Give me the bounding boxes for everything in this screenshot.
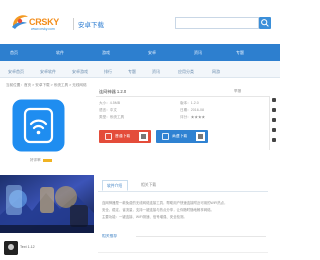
app-thumbnail-icon [4,241,18,255]
qr-code-icon[interactable] [196,132,205,141]
share-icon[interactable] [272,108,276,112]
logo-subtext: www.crsky.com [31,27,55,31]
fast-download-button[interactable]: 高速下载 [156,130,208,143]
meta-rating: 评分：★★★★ [180,115,206,119]
app-thumbnail[interactable] [4,241,18,255]
subnav-item[interactable]: 排行 [104,69,112,75]
description-line: 安全、稳定、省流量，支持一键连接与热点分享，让你随时随地畅享网络。 [102,208,214,212]
breadcrumb: 当前位置：首页 > 安卓下载 > 系统工具 > 无线网络 [6,83,87,87]
search-button[interactable] [259,17,271,29]
download-icon [105,133,112,140]
tabs-underline [98,191,268,192]
download-button[interactable]: 普通下载 [99,130,151,143]
report-link[interactable]: 举报 [234,89,241,94]
subnav-item[interactable]: 应用分类 [178,69,194,75]
share-icon[interactable] [272,138,276,142]
fast-download-label: 高速下载 [172,134,188,138]
description-line: 主要功能：一键连接、WiFi测速、信号增强、安全检测。 [102,215,187,219]
meta-type: 类型：系统工具 [99,115,125,119]
nav-item-android[interactable]: 安卓 [148,50,156,56]
promo-banner[interactable] [0,175,94,233]
share-icon[interactable] [272,98,276,102]
related-app-name[interactable]: Text 1.12 [20,245,35,249]
nav-item-news[interactable]: 资讯 [194,50,202,56]
logo-swirl-icon [12,15,28,29]
subnav-item[interactable]: 网游 [212,69,220,75]
meta-date: 日期：2016-08 [180,108,204,112]
section-divider [136,236,266,237]
site-logo[interactable] [10,12,30,30]
card-divider [96,96,269,97]
side-share-bar[interactable] [269,96,277,150]
meta-language: 语言：中文 [99,108,117,112]
nav-item-topics[interactable]: 专题 [236,50,244,56]
download-label: 普通下载 [115,134,131,138]
share-icon[interactable] [272,128,276,132]
channel-title[interactable]: 安卓下载 [78,19,104,29]
subnav-item[interactable]: 专题 [128,69,136,75]
share-icon[interactable] [272,118,276,122]
meta-size: 大小：4.5MB [99,101,121,105]
rating-label: 好评率 [30,158,52,163]
list-divider [98,252,268,253]
subnav-item[interactable]: 安卓软件 [40,69,56,75]
section-title: 相关推荐 [102,234,118,238]
tab-related[interactable]: 相关下载 [137,180,163,191]
subnav-item[interactable]: 资讯 [152,69,160,75]
wifi-icon [12,99,65,152]
header-divider [73,18,74,30]
app-icon [12,99,65,152]
meta-version: 版本：1.2.0 [180,101,199,105]
app-name: 连网神器 1.2.0 [99,89,127,94]
subnav-item[interactable]: 安卓游戏 [72,69,88,75]
logo-text[interactable]: CRSKY [29,17,59,27]
nav-item-software[interactable]: 软件 [56,50,64,56]
game-banner-image [0,175,94,233]
tab-intro[interactable]: 软件介绍 [102,180,128,191]
download-icon [162,133,169,140]
subnav-item[interactable]: 安卓首页 [8,69,24,75]
search-input[interactable] [175,17,259,29]
nav-item-home[interactable]: 首页 [10,50,18,56]
search-icon [261,19,269,27]
qr-code-icon[interactable] [139,132,148,141]
nav-item-games[interactable]: 游戏 [102,50,110,56]
description-line: 连网神器是一款免费的无线网络连接工具，帮助用户快速连接附近可用的WiFi热点， [102,201,228,205]
